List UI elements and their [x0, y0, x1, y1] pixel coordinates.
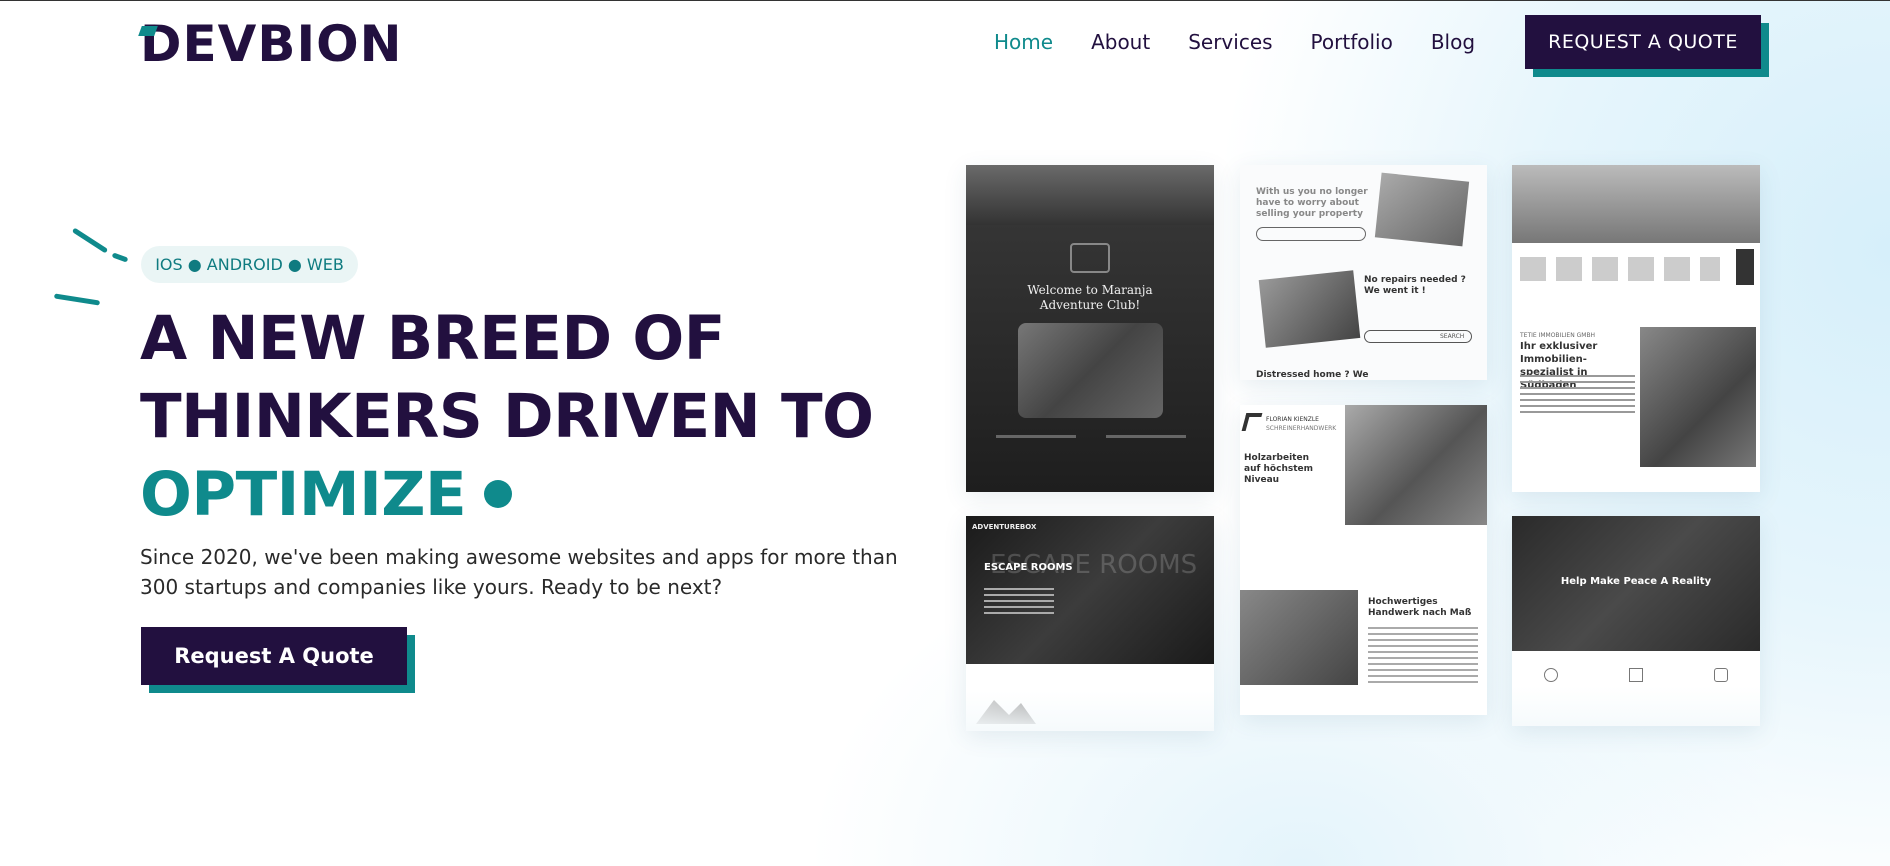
shot3-body-text: [1520, 375, 1635, 415]
shot1-text-line-2: [1106, 435, 1186, 438]
logo-text: DEVBION: [140, 15, 403, 73]
portfolio-shot-peace[interactable]: Help Make Peace A Reality: [1512, 516, 1760, 726]
shot2-photo-1: [1374, 172, 1470, 247]
shot5-body-text: [1368, 627, 1478, 683]
hero-subtext: Since 2020, we've been making awesome we…: [140, 545, 898, 599]
hero-cta-button[interactable]: Request A Quote: [141, 627, 407, 685]
shot6-handshake-icon: [1714, 668, 1728, 682]
shot3-building-photo: [1640, 327, 1756, 467]
portfolio-shot-adventure-club[interactable]: Welcome to Maranja Adventure Club!: [966, 165, 1214, 492]
shot6-heading: Help Make Peace A Reality: [1560, 576, 1712, 587]
shot2-house-photo: [1258, 270, 1361, 348]
shot2-heading-2: No repairs needed ? We went it !: [1364, 275, 1466, 296]
shot2-search-button: SEARCH: [1440, 333, 1465, 340]
shot5-workers-photo: [1345, 405, 1487, 525]
logo[interactable]: DEVBION: [138, 15, 403, 73]
shot6-megaphone-icon: [1629, 668, 1643, 682]
shot5-heading-2: Hochwertiges Handwerk nach Maß: [1368, 597, 1472, 618]
shot6-fade: [1512, 686, 1760, 726]
shot1-text-line-1: [996, 435, 1076, 438]
platform-tag: IOS ● ANDROID ● WEB: [141, 246, 358, 283]
portfolio-shot-immobilien[interactable]: TETIE IMMOBILIEN GMBH Ihr exklusiver Imm…: [1512, 165, 1760, 492]
shot1-header-image: [966, 165, 1214, 225]
portfolio-shot-escape-rooms[interactable]: ADVENTUREBOX ESCAPE ROOMS ESCAPE ROOMS: [966, 516, 1214, 731]
nav-about[interactable]: About: [1091, 30, 1150, 54]
shot1-title: Welcome to Maranja Adventure Club!: [1027, 283, 1153, 312]
header-quote-button-wrap: REQUEST A QUOTE: [1525, 15, 1769, 77]
hero-headline: A NEW BREED OF THINKERS DRIVEN TO OPTIMI…: [140, 300, 960, 534]
shot5-heading-1: Holzarbeiten auf höchstem Niveau: [1244, 453, 1314, 485]
portfolio-shot-property[interactable]: With us you no longer have to worry abou…: [1240, 165, 1487, 380]
shot5-logo: [1241, 413, 1263, 431]
shot3-partner-logos: [1520, 257, 1720, 281]
portfolio-shot-schreinerhandwerk[interactable]: FLORIAN KIENZLE SCHREINERHANDWERK Holzar…: [1240, 405, 1487, 715]
shot5-wood-photo: [1240, 590, 1358, 685]
nav-blog[interactable]: Blog: [1431, 30, 1475, 54]
shot6-globe-icon: [1544, 668, 1558, 682]
shot2-heading-3: Distressed home ? We want: [1256, 370, 1369, 380]
shot3-header-image: [1512, 165, 1760, 243]
headline-line-2: THINKERS DRIVEN TO: [140, 381, 874, 452]
nav-services[interactable]: Services: [1188, 30, 1272, 54]
shot4-brand: ADVENTUREBOX: [972, 523, 1037, 531]
shot2-heading-1: With us you no longer have to worry abou…: [1256, 187, 1368, 219]
shot4-body-text: [984, 588, 1054, 618]
nav-home[interactable]: Home: [994, 30, 1053, 54]
shot3-badge: [1736, 249, 1754, 285]
shot1-group-photo: [1018, 323, 1163, 418]
shot2-search-field: [1256, 227, 1366, 241]
headline-line-1: A NEW BREED OF: [140, 303, 725, 374]
shot4-overlay-text: ESCAPE ROOMS: [990, 550, 1198, 580]
headline-accent: OPTIMIZE: [140, 459, 467, 530]
headline-dot: [484, 480, 513, 509]
header-quote-button[interactable]: REQUEST A QUOTE: [1525, 15, 1761, 69]
shot1-logo: [1070, 243, 1110, 273]
nav-portfolio[interactable]: Portfolio: [1311, 30, 1393, 54]
top-border: [0, 0, 1890, 1]
shot5-brand-line-2: SCHREINERHANDWERK: [1266, 425, 1337, 432]
main-nav: Home About Services Portfolio Blog: [994, 26, 1513, 58]
hero-cta-wrap: Request A Quote: [141, 627, 415, 693]
shot4-fade: [966, 691, 1214, 731]
